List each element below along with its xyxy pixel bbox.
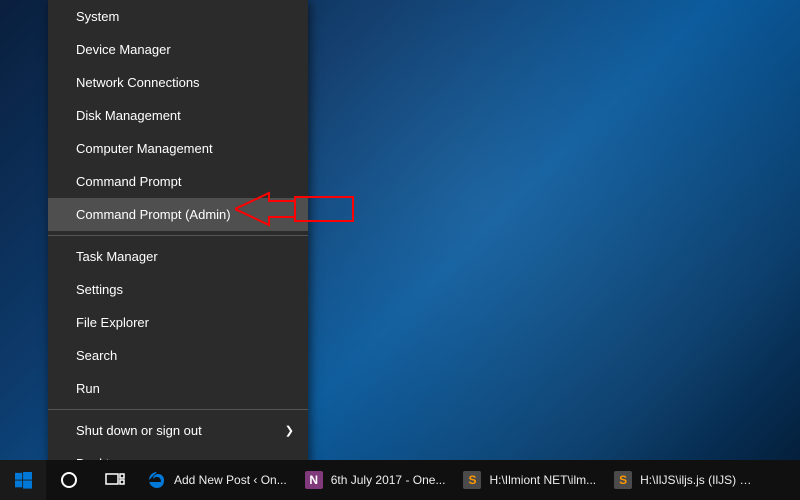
menu-item-settings[interactable]: Settings	[48, 273, 308, 306]
taskbar-item-label: H:\Ilmiont NET\ilm...	[489, 473, 596, 487]
menu-item-run[interactable]: Run	[48, 372, 308, 405]
task-view-icon	[105, 472, 125, 488]
taskbar-item-sublime-2[interactable]: S H:\IlJS\iljs.js (IlJS) - ...	[604, 460, 763, 500]
sublime-icon: S	[461, 469, 483, 491]
start-button[interactable]	[0, 460, 46, 500]
taskbar-item-sublime-1[interactable]: S H:\Ilmiont NET\ilm...	[453, 460, 604, 500]
menu-item-network-connections[interactable]: Network Connections	[48, 66, 308, 99]
menu-item-task-manager[interactable]: Task Manager	[48, 240, 308, 273]
cortana-icon	[60, 471, 78, 489]
taskbar: Add New Post ‹ On... N 6th July 2017 - One…	[0, 460, 800, 500]
menu-item-command-prompt[interactable]: Command Prompt	[48, 165, 308, 198]
menu-item-label: Disk Management	[76, 108, 181, 123]
menu-item-label: Command Prompt (Admin)	[76, 207, 231, 222]
menu-item-search[interactable]: Search	[48, 339, 308, 372]
edge-icon	[146, 469, 168, 491]
windows-logo-icon	[15, 472, 32, 489]
menu-item-file-explorer[interactable]: File Explorer	[48, 306, 308, 339]
menu-item-label: Run	[76, 381, 100, 396]
taskbar-item-onenote[interactable]: N 6th July 2017 - One...	[295, 460, 454, 500]
menu-item-label: File Explorer	[76, 315, 149, 330]
chevron-right-icon: ❯	[285, 424, 294, 437]
menu-item-device-manager[interactable]: Device Manager	[48, 33, 308, 66]
taskbar-item-label: 6th July 2017 - One...	[331, 473, 446, 487]
sublime-icon: S	[612, 469, 634, 491]
taskbar-item-edge[interactable]: Add New Post ‹ On...	[138, 460, 295, 500]
menu-item-label: System	[76, 9, 119, 24]
menu-item-system[interactable]: System	[48, 0, 308, 33]
cortana-button[interactable]	[46, 460, 92, 500]
menu-item-label: Settings	[76, 282, 123, 297]
menu-item-computer-management[interactable]: Computer Management	[48, 132, 308, 165]
menu-item-label: Shut down or sign out	[76, 423, 202, 438]
menu-item-command-prompt-admin[interactable]: Command Prompt (Admin)	[48, 198, 308, 231]
menu-item-label: Command Prompt	[76, 174, 181, 189]
onenote-icon: N	[303, 469, 325, 491]
menu-separator	[48, 235, 308, 236]
menu-separator	[48, 409, 308, 410]
winx-context-menu: System Device Manager Network Connections D…	[48, 0, 308, 484]
taskbar-item-label: Add New Post ‹ On...	[174, 473, 287, 487]
menu-item-label: Task Manager	[76, 249, 158, 264]
menu-item-shutdown[interactable]: Shut down or sign out ❯	[48, 414, 308, 447]
taskbar-item-label: H:\IlJS\iljs.js (IlJS) - ...	[640, 473, 755, 487]
menu-item-label: Device Manager	[76, 42, 171, 57]
menu-item-label: Network Connections	[76, 75, 200, 90]
task-view-button[interactable]	[92, 460, 138, 500]
menu-item-disk-management[interactable]: Disk Management	[48, 99, 308, 132]
menu-item-label: Computer Management	[76, 141, 213, 156]
menu-item-label: Search	[76, 348, 117, 363]
